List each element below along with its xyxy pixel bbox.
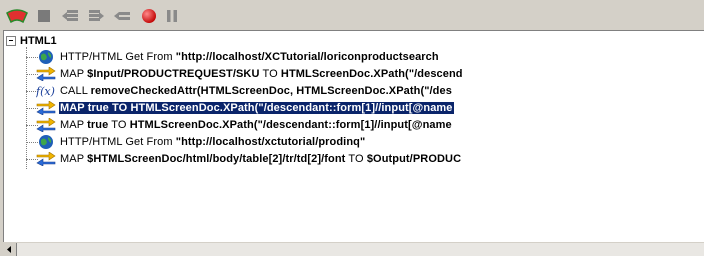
tree-node-label: HTTP/HTML Get From "http://localhost/xct… xyxy=(59,136,366,148)
step-icon[interactable] xyxy=(4,6,30,26)
map-arrows-icon xyxy=(36,67,56,81)
tree-node-text: MAP xyxy=(60,119,88,131)
tree-node-text: HTMLScreenDoc.XPath("/descend xyxy=(280,68,463,80)
tree-node-text: MAP true TO HTMLScreenDoc.XPath("/descen… xyxy=(60,102,453,114)
tree-node-text: HTTP/HTML Get From xyxy=(60,136,176,148)
step-into-icon[interactable] xyxy=(60,6,80,26)
tree-node[interactable]: MAP $Input/PRODUCTREQUEST/SKU TO HTMLScr… xyxy=(36,66,464,82)
tree-node-label: MAP true TO HTMLScreenDoc.XPath("/descen… xyxy=(59,119,453,131)
tree-node-text: $HTMLScreenDoc/html/body/table[2]/tr/td[… xyxy=(87,153,346,165)
map-arrows-icon xyxy=(36,152,56,166)
tree-node-label: MAP $HTMLScreenDoc/html/body/table[2]/tr… xyxy=(59,153,462,165)
tree-node-label: CALL removeCheckedAttr(HTMLScreenDoc, HT… xyxy=(59,85,453,97)
tree-node-text: $Input/PRODUCTREQUEST/SKU xyxy=(87,68,260,80)
tree-node-text: "http://localhost/XCTutorial/loriconprod… xyxy=(175,51,439,63)
tree-node-text: removeCheckedAttr(HTMLScreenDoc, HTMLScr… xyxy=(90,85,452,97)
tree-node-text: TO xyxy=(345,153,367,165)
tree-node-text: TO xyxy=(108,119,130,131)
step-out-icon[interactable] xyxy=(112,6,132,26)
tree-node-text: MAP xyxy=(60,153,88,165)
scroll-left-button[interactable] xyxy=(3,243,17,256)
tree-view[interactable]: HTML1 HTTP/HTML Get From "http://localho… xyxy=(3,30,704,243)
tree-node-label: HTTP/HTML Get From "http://localhost/XCT… xyxy=(59,51,440,63)
breakpoint-icon[interactable] xyxy=(140,6,158,26)
tree-node[interactable]: MAP true TO HTMLScreenDoc.XPath("/descen… xyxy=(36,100,454,116)
map-arrows-icon xyxy=(36,101,56,115)
tree-node-text: MAP xyxy=(60,68,88,80)
svg-text:f(x): f(x) xyxy=(36,85,55,98)
tree-node-text: "http://localhost/xctutorial/prodinq" xyxy=(175,136,366,148)
tree-node[interactable]: f(x) CALL removeCheckedAttr(HTMLScreenDoc… xyxy=(36,83,453,99)
tree-node-text: HTMLScreenDoc.XPath("/descendant::form[1… xyxy=(129,119,452,131)
collapse-toggle-icon[interactable] xyxy=(6,36,16,46)
function-icon: f(x) xyxy=(36,84,56,98)
tree-node[interactable]: MAP true TO HTMLScreenDoc.XPath("/descen… xyxy=(36,117,453,133)
tree-node-label: MAP true TO HTMLScreenDoc.XPath("/descen… xyxy=(59,102,454,114)
tree-node-text: HTTP/HTML Get From xyxy=(60,51,176,63)
stop-square-icon[interactable] xyxy=(36,6,52,26)
pause-icon[interactable] xyxy=(164,6,180,26)
tree-node-text: $Output/PRODUC xyxy=(366,153,462,165)
tree-node-text: CALL xyxy=(60,85,91,97)
globe-icon xyxy=(36,50,56,64)
globe-icon xyxy=(36,135,56,149)
tree-node[interactable]: HTTP/HTML Get From "http://localhost/xct… xyxy=(36,134,366,150)
map-arrows-icon xyxy=(36,118,56,132)
tree-node-text: true xyxy=(87,119,109,131)
horizontal-scrollbar[interactable] xyxy=(3,242,704,256)
tree-node-label: MAP $Input/PRODUCTREQUEST/SKU TO HTMLScr… xyxy=(59,68,464,80)
toolbar xyxy=(0,0,704,30)
tree-node[interactable]: HTTP/HTML Get From "http://localhost/XCT… xyxy=(36,49,440,65)
tree-node[interactable]: MAP $HTMLScreenDoc/html/body/table[2]/tr… xyxy=(36,151,462,167)
tree-node-text: TO xyxy=(259,68,281,80)
step-over-icon[interactable] xyxy=(86,6,106,26)
